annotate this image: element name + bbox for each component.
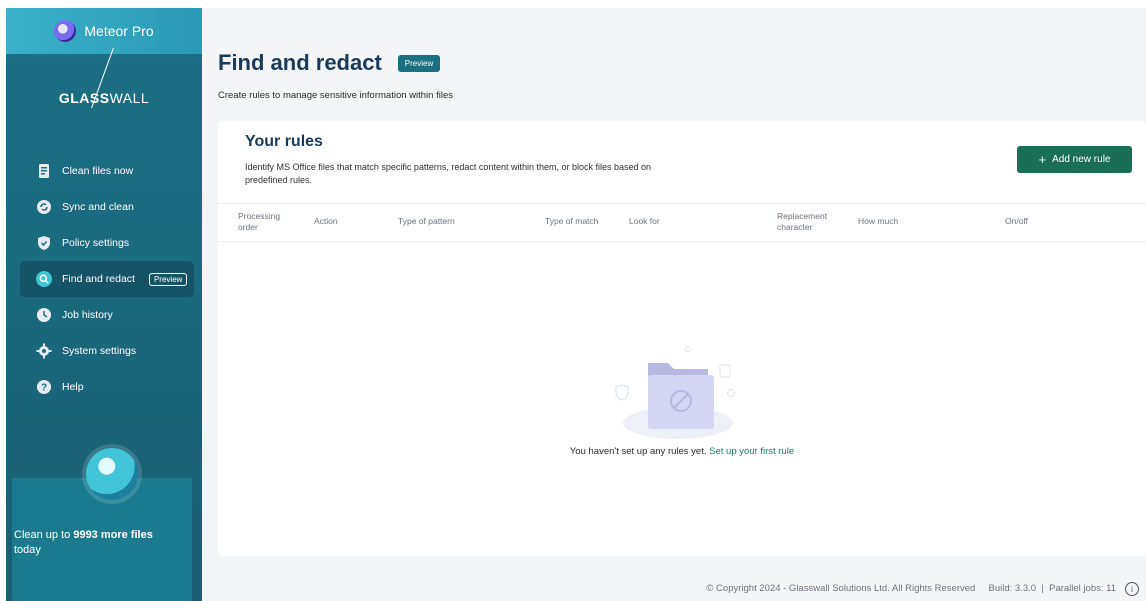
sidebar-item-find-and-redact[interactable]: Find and redact Preview — [20, 261, 194, 297]
build-version: Build: 3.3.0 — [988, 583, 1037, 594]
brand-bar: Meteor Pro — [6, 8, 202, 54]
empty-message: You haven't set up any rules yet. Set up… — [569, 446, 795, 457]
setup-first-rule-link[interactable]: Set up your first rule — [709, 446, 794, 457]
sidebar-item-job-history[interactable]: Job history — [20, 297, 194, 333]
rules-card: Your rules Identify MS Office files that… — [218, 121, 1146, 556]
column-header: Type of match — [545, 216, 599, 226]
company-logo: GLASSWALL — [6, 47, 202, 128]
sidebar-item-label: Policy settings — [62, 237, 130, 249]
column-header: Processing order — [238, 211, 281, 232]
plus-icon: + — [1038, 152, 1047, 167]
copyright-text: © Copyright 2024 - Glasswall Solutions L… — [706, 583, 976, 594]
sidebar-item-help[interactable]: ? Help — [20, 369, 194, 405]
column-header: How much — [858, 216, 899, 226]
sidebar: Meteor Pro GLASSWALL Clean files now Syn… — [6, 8, 202, 601]
document-icon — [36, 163, 52, 179]
sidebar-nav: Clean files now Sync and clean Policy se… — [20, 153, 194, 405]
sidebar-item-label: System settings — [62, 345, 137, 357]
page-subtitle: Create rules to manage sensitive informa… — [218, 90, 453, 101]
company-name: GLASSWALL — [58, 90, 150, 106]
column-header: On/off — [1005, 216, 1028, 226]
column-header: Action — [314, 216, 338, 226]
rules-table-header: Processing order Action Type of pattern … — [218, 203, 1146, 242]
clean-files-icon — [86, 448, 138, 500]
main-content: Find and redact Preview Create rules to … — [202, 8, 1146, 601]
preview-badge: Preview — [397, 54, 441, 72]
search-icon — [36, 271, 52, 287]
help-icon: ? — [36, 379, 52, 395]
preview-badge: Preview — [148, 272, 188, 286]
empty-folder-illustration — [615, 346, 735, 439]
sidebar-item-label: Help — [62, 381, 84, 393]
footer: © Copyright 2024 - Glasswall Solutions L… — [706, 583, 1116, 594]
parallel-jobs: Parallel jobs: 11 — [1049, 583, 1116, 594]
clock-icon — [36, 307, 52, 323]
gear-icon — [36, 343, 52, 359]
sidebar-item-policy-settings[interactable]: Policy settings — [20, 225, 194, 261]
rules-description: Identify MS Office files that match spec… — [245, 162, 652, 185]
empty-state: You haven't set up any rules yet. Set up… — [218, 321, 1146, 471]
sidebar-item-label: Find and redact — [62, 273, 135, 285]
svg-text:?: ? — [41, 383, 47, 394]
sidebar-item-system-settings[interactable]: System settings — [20, 333, 194, 369]
sync-icon — [36, 199, 52, 215]
promo-panel: Clean up to 9993 more files today — [12, 448, 192, 601]
sidebar-item-sync-and-clean[interactable]: Sync and clean — [20, 189, 194, 225]
page-title: Find and redact — [218, 50, 382, 75]
column-header: Type of pattern — [398, 216, 455, 226]
app-window: Meteor Pro GLASSWALL Clean files now Syn… — [0, 0, 1146, 601]
meteor-logo-icon — [54, 20, 77, 42]
column-header: Replacement character — [777, 211, 828, 232]
add-new-rule-button[interactable]: + Add new rule — [1017, 146, 1132, 173]
promo-text: Clean up to 9993 more files today — [14, 529, 153, 556]
sidebar-item-clean-files-now[interactable]: Clean files now — [20, 153, 194, 189]
column-header: Look for — [629, 216, 660, 226]
rules-title: Your rules — [245, 133, 323, 150]
app-name: Meteor Pro — [84, 23, 154, 39]
page-header: Find and redact Preview — [218, 50, 441, 76]
sidebar-item-label: Job history — [62, 309, 113, 321]
info-icon[interactable]: i — [1125, 582, 1139, 596]
shield-icon — [36, 235, 52, 251]
sidebar-item-label: Sync and clean — [62, 201, 134, 213]
sidebar-item-label: Clean files now — [62, 165, 134, 177]
